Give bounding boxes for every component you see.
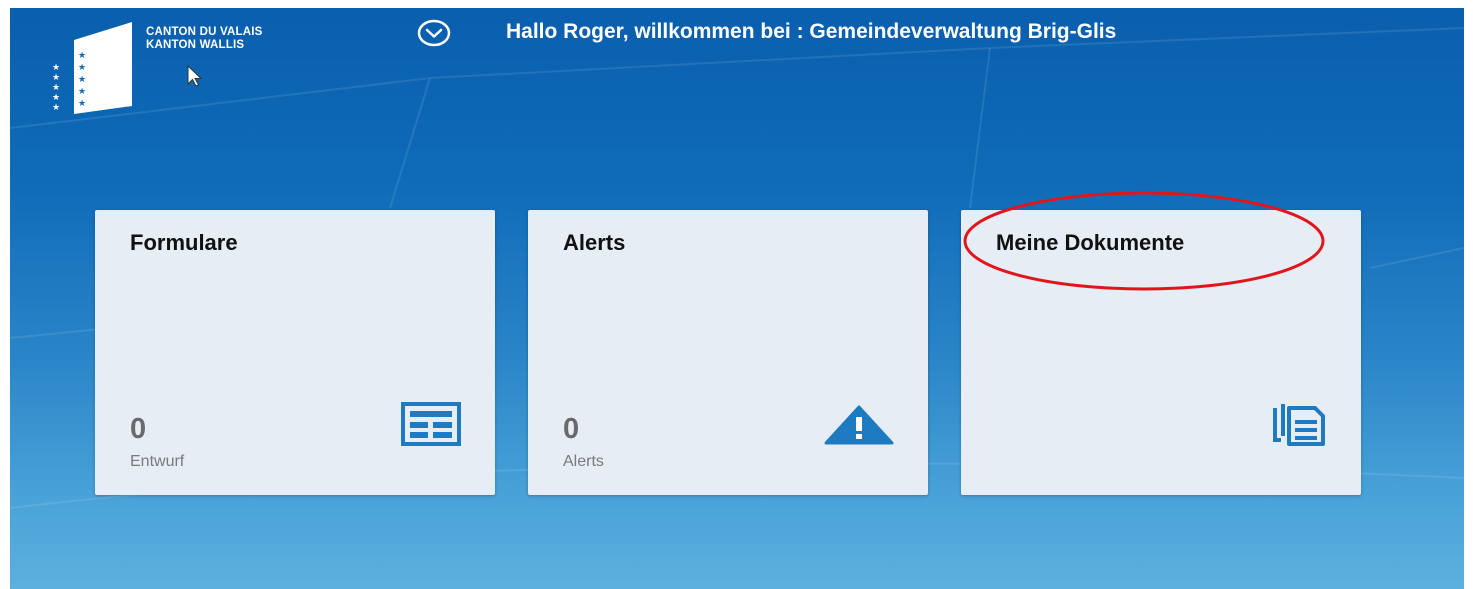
form-icon xyxy=(401,402,461,446)
mouse-cursor-icon xyxy=(187,64,203,87)
launchpad-screen: ★ ★ ★ ★ ★ ★ ★ ★ ★ ★ CANTON DU VALAIS KAN… xyxy=(10,8,1464,589)
tile-meine-dokumente[interactable]: Meine Dokumente xyxy=(961,210,1361,495)
chevron-down-icon[interactable] xyxy=(416,18,452,48)
tile-count-label: Entwurf xyxy=(130,453,185,470)
svg-text:★: ★ xyxy=(78,87,86,97)
tile-count: 0 xyxy=(130,413,147,445)
svg-text:★: ★ xyxy=(52,63,60,73)
svg-text:★: ★ xyxy=(78,63,86,73)
tile-alerts[interactable]: Alerts 0 Alerts xyxy=(528,210,928,495)
tile-count-label: Alerts xyxy=(563,453,604,470)
svg-text:★: ★ xyxy=(78,99,86,109)
documents-icon xyxy=(1273,404,1325,446)
canton-logo: ★ ★ ★ ★ ★ ★ ★ ★ ★ ★ xyxy=(52,22,132,114)
org-line-1: CANTON DU VALAIS xyxy=(146,26,263,38)
svg-text:★: ★ xyxy=(52,83,60,93)
tile-formulare[interactable]: Formulare 0 Entwurf xyxy=(95,210,495,495)
svg-text:★: ★ xyxy=(52,73,60,83)
svg-text:★: ★ xyxy=(52,103,60,113)
org-line-2: KANTON WALLIS xyxy=(146,39,245,51)
tile-title: Formulare xyxy=(130,230,238,255)
svg-text:★: ★ xyxy=(52,93,60,103)
warning-icon xyxy=(824,405,894,445)
tile-title: Meine Dokumente xyxy=(996,230,1185,255)
svg-text:★: ★ xyxy=(78,75,86,85)
welcome-greeting: Hallo Roger, willkommen bei : Gemeindeve… xyxy=(506,20,1117,43)
svg-text:★: ★ xyxy=(78,51,86,61)
tile-count: 0 xyxy=(563,413,580,445)
organization-name: CANTON DU VALAIS KANTON WALLIS xyxy=(146,26,263,52)
tile-title: Alerts xyxy=(563,230,626,255)
